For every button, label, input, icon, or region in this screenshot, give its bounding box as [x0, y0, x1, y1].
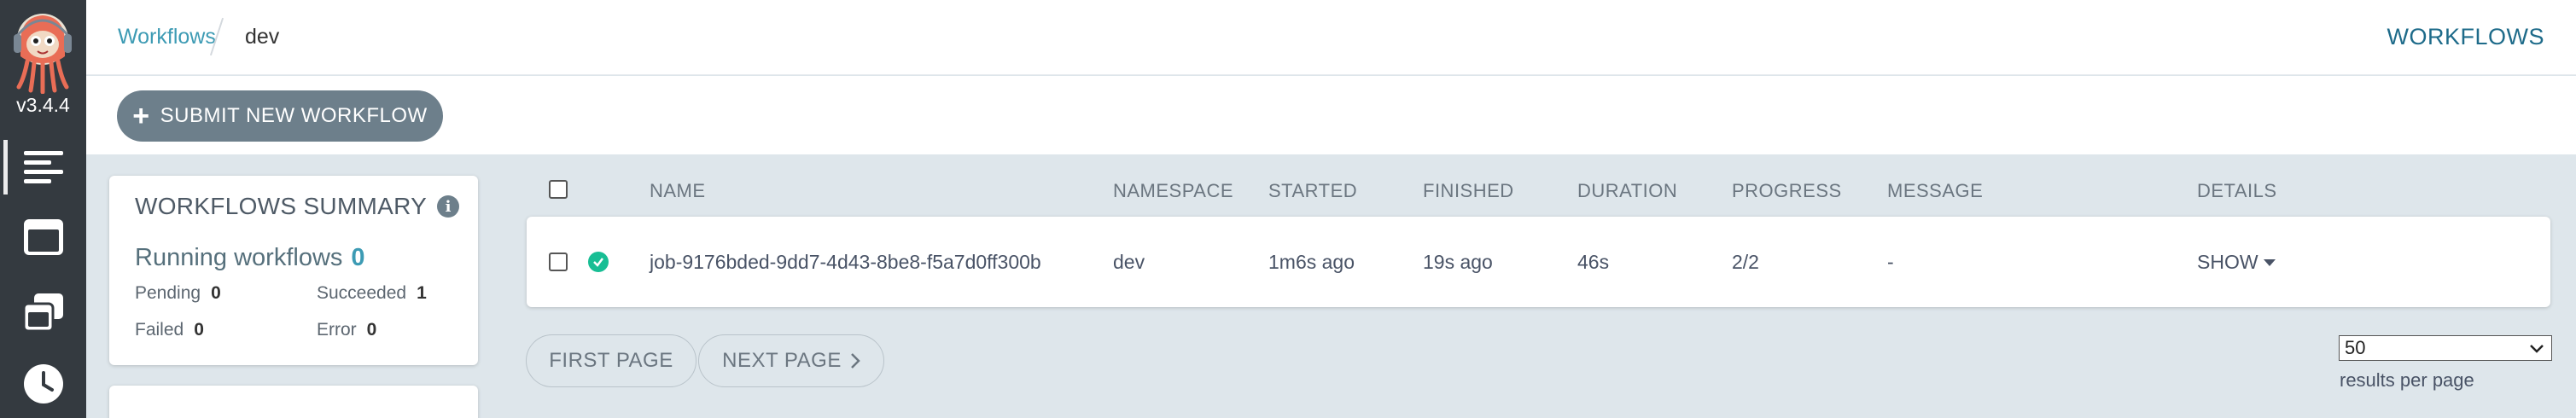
column-header-progress[interactable]: PROGRESS — [1732, 180, 1842, 202]
submit-new-workflow-button[interactable]: + SUBMIT NEW WORKFLOW — [117, 90, 443, 142]
workflows-summary-card: WORKFLOWS SUMMARY i Running workflows 0 P… — [109, 176, 478, 365]
chevron-down-icon — [2530, 345, 2544, 353]
workflow-duration: 46s — [1577, 251, 1610, 273]
first-page-button[interactable]: FIRST PAGE — [526, 334, 696, 387]
row-checkbox[interactable] — [549, 253, 568, 271]
succeeded-stat: Succeeded 1 — [317, 283, 427, 304]
secondary-card — [109, 386, 478, 418]
info-icon[interactable]: i — [437, 195, 460, 218]
action-bar: + SUBMIT NEW WORKFLOW — [86, 76, 2576, 154]
results-per-page-label: results per page — [2340, 369, 2474, 391]
workflows-icon — [23, 151, 63, 183]
workflow-namespace: dev — [1113, 251, 1145, 273]
breadcrumb-current: dev — [245, 25, 280, 49]
top-bar: Workflows dev WORKFLOWS — [86, 0, 2576, 75]
results-per-page-select[interactable]: 50 — [2339, 335, 2552, 361]
running-label: Running workflows — [135, 244, 343, 271]
breadcrumb-workflows-link[interactable]: Workflows — [118, 25, 216, 49]
left-nav: v3.4.4 — [0, 0, 86, 418]
failed-count: 0 — [194, 320, 204, 340]
cron-workflows-icon — [23, 364, 63, 403]
column-header-started[interactable]: STARTED — [1268, 180, 1357, 202]
workflow-name[interactable]: job-9176bded-9dd7-4d43-8be8-f5a7d0ff300b — [650, 251, 1041, 274]
succeeded-count: 1 — [417, 283, 427, 303]
page-title: WORKFLOWS — [2387, 24, 2544, 49]
select-all-checkbox[interactable] — [549, 180, 568, 199]
app-version: v3.4.4 — [16, 94, 70, 116]
workflow-progress: 2/2 — [1732, 251, 1759, 273]
plus-icon: + — [132, 100, 150, 132]
details-show-label: SHOW — [2197, 251, 2258, 273]
pending-stat: Pending 0 — [135, 283, 221, 304]
column-header-namespace[interactable]: NAMESPACE — [1113, 180, 1233, 202]
results-per-page-value: 50 — [2345, 337, 2366, 358]
next-page-button[interactable]: NEXT PAGE — [698, 334, 884, 387]
argo-logo[interactable] — [9, 9, 77, 94]
error-stat: Error 0 — [317, 320, 376, 340]
cluster-templates-icon — [23, 293, 63, 331]
workflow-templates-icon — [23, 219, 63, 255]
summary-title: WORKFLOWS SUMMARY — [135, 193, 428, 219]
workflow-message: - — [1887, 251, 1894, 273]
column-header-message: MESSAGE — [1887, 180, 1984, 201]
running-count: 0 — [351, 244, 365, 271]
error-count: 0 — [366, 320, 377, 340]
workflow-finished: 19s ago — [1423, 251, 1493, 273]
column-header-details: DETAILS — [2197, 180, 2277, 201]
column-header-duration[interactable]: DURATION — [1577, 180, 1677, 202]
status-succeeded-icon — [588, 252, 609, 272]
first-page-label: FIRST PAGE — [549, 349, 673, 372]
running-workflows: Running workflows 0 — [135, 244, 365, 272]
nav-item-workflow-templates[interactable] — [0, 203, 86, 271]
workflow-started: 1m6s ago — [1268, 251, 1355, 273]
pending-count: 0 — [211, 283, 221, 303]
succeeded-label: Succeeded — [317, 283, 407, 303]
submit-button-label: SUBMIT NEW WORKFLOW — [160, 104, 428, 127]
table-row[interactable]: job-9176bded-9dd7-4d43-8be8-f5a7d0ff300b… — [527, 217, 2550, 307]
nav-item-cron-workflows[interactable] — [0, 350, 86, 418]
error-label: Error — [317, 320, 357, 340]
details-show-toggle[interactable]: SHOW — [2197, 251, 2276, 274]
summary-title-row: WORKFLOWS SUMMARY i — [135, 193, 460, 220]
chevron-right-icon — [850, 353, 860, 369]
next-page-label: NEXT PAGE — [722, 349, 842, 372]
column-header-finished[interactable]: FINISHED — [1423, 180, 1514, 202]
pending-label: Pending — [135, 283, 201, 303]
column-header-name[interactable]: NAME — [650, 180, 706, 202]
nav-item-workflows[interactable] — [0, 133, 86, 201]
nav-item-cluster-templates[interactable] — [0, 278, 86, 346]
failed-stat: Failed 0 — [135, 320, 204, 340]
failed-label: Failed — [135, 320, 184, 340]
caret-down-icon — [2263, 258, 2276, 266]
